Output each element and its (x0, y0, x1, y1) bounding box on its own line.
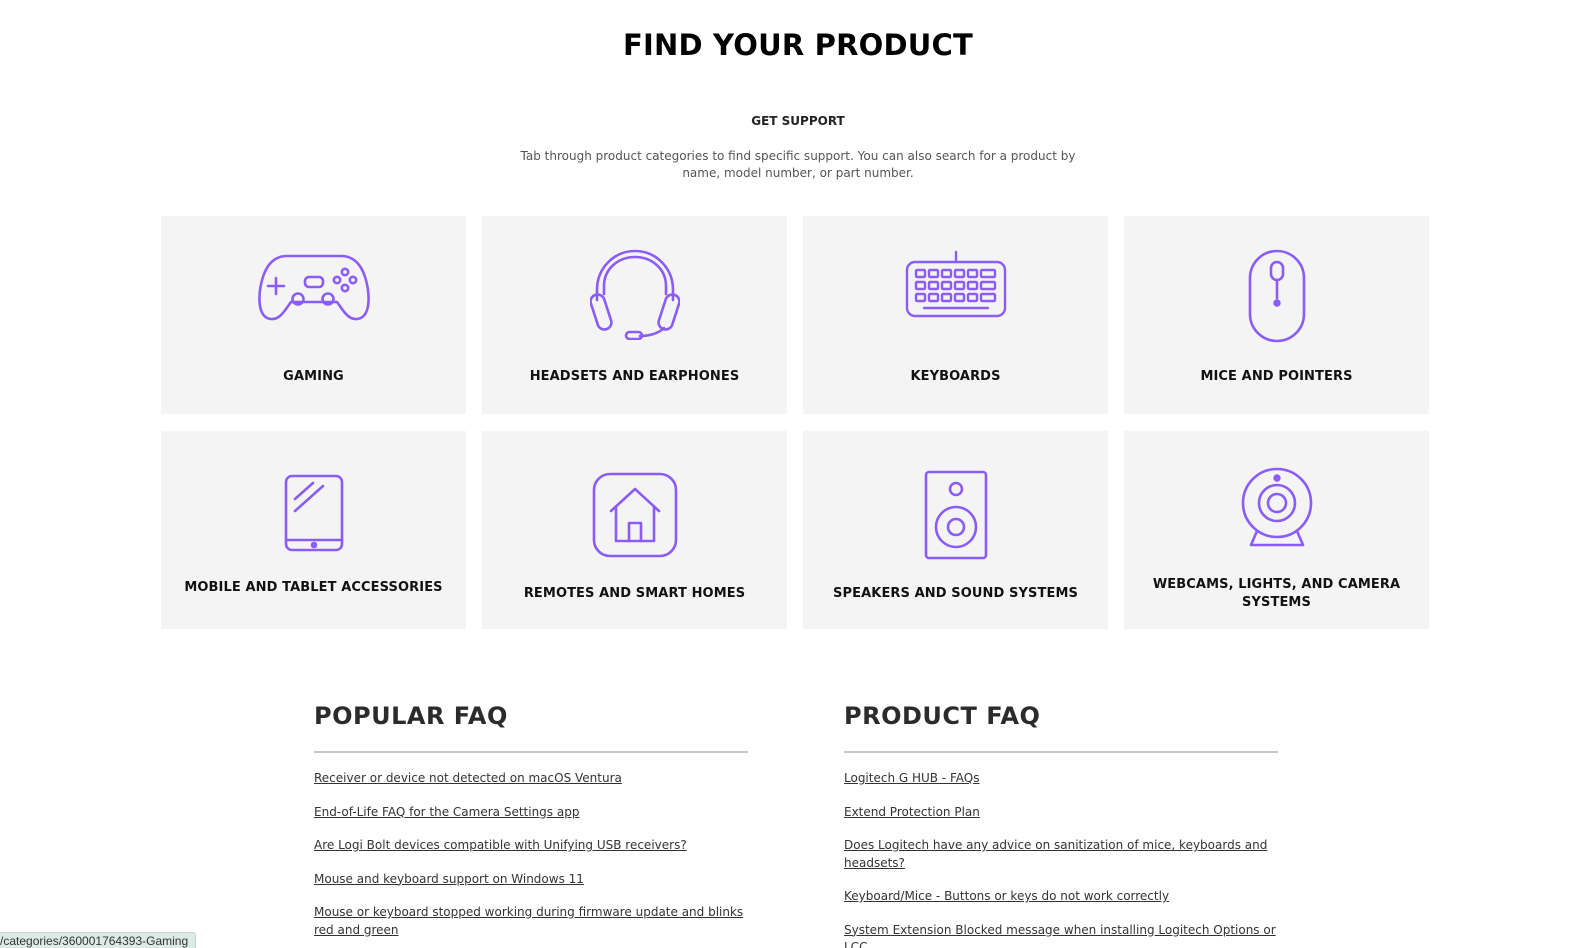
category-card-remotes-smart-home[interactable]: REMOTES AND SMART HOMES (482, 431, 787, 629)
list-item: Extend Protection Plan (844, 804, 1278, 822)
gamepad-icon (161, 248, 466, 324)
popular-faq-list: Receiver or device not detected on macOS… (314, 770, 748, 939)
faq-link[interactable]: Receiver or device not detected on macOS… (314, 771, 622, 785)
list-item: End-of-Life FAQ for the Camera Settings … (314, 804, 748, 822)
mouse-icon (1124, 248, 1429, 344)
list-item: Keyboard/Mice - Buttons or keys do not w… (844, 888, 1278, 906)
keyboard-icon (803, 248, 1108, 320)
category-label: GAMING (283, 369, 344, 384)
list-item: Logitech G HUB - FAQs (844, 770, 1278, 788)
faq-link[interactable]: Logitech G HUB - FAQs (844, 771, 979, 785)
category-label: MOBILE AND TABLET ACCESSORIES (184, 580, 443, 595)
tablet-icon (161, 473, 466, 553)
category-card-mice[interactable]: MICE AND POINTERS (1124, 216, 1429, 414)
category-label: MICE AND POINTERS (1200, 369, 1353, 384)
headset-icon (482, 248, 787, 340)
section-divider (844, 751, 1278, 753)
category-card-webcams[interactable]: WEBCAMS, LIGHTS, AND CAMERA SYSTEMS (1124, 431, 1429, 629)
speaker-icon (803, 469, 1108, 561)
section-divider (314, 751, 748, 753)
product-faq-heading: PRODUCT FAQ (844, 702, 1041, 730)
section-kicker: GET SUPPORT (751, 114, 845, 128)
category-label: SPEAKERS AND SOUND SYSTEMS (833, 586, 1078, 601)
intro-text: Tab through product categories to find s… (520, 149, 1076, 180)
category-card-mobile-tablet[interactable]: MOBILE AND TABLET ACCESSORIES (161, 431, 466, 629)
category-label: REMOTES AND SMART HOMES (523, 586, 746, 601)
category-label: HEADSETS AND EARPHONES (529, 369, 740, 384)
list-item: Does Logitech have any advice on sanitiz… (844, 837, 1278, 872)
faq-link[interactable]: Are Logi Bolt devices compatible with Un… (314, 838, 687, 852)
faq-link[interactable]: Keyboard/Mice - Buttons or keys do not w… (844, 889, 1169, 903)
product-faq-list: Logitech G HUB - FAQs Extend Protection … (844, 770, 1278, 948)
faq-link[interactable]: System Extension Blocked message when in… (844, 923, 1276, 948)
category-card-gaming[interactable]: GAMING (161, 216, 466, 414)
webcam-icon (1124, 465, 1429, 549)
category-label: WEBCAMS, LIGHTS, AND CAMERA SYSTEMS (1152, 577, 1401, 610)
support-page: FIND YOUR PRODUCT GET SUPPORT Tab throug… (0, 0, 1596, 948)
category-card-keyboards[interactable]: KEYBOARDS (803, 216, 1108, 414)
list-item: System Extension Blocked message when in… (844, 922, 1278, 948)
list-item: Are Logi Bolt devices compatible with Un… (314, 837, 748, 855)
faq-link[interactable]: End-of-Life FAQ for the Camera Settings … (314, 805, 579, 819)
popular-faq-section: POPULAR FAQ Receiver or device not detec… (314, 702, 748, 948)
popular-faq-heading: POPULAR FAQ (314, 702, 508, 730)
faq-link[interactable]: Does Logitech have any advice on sanitiz… (844, 838, 1267, 870)
product-faq-section: PRODUCT FAQ Logitech G HUB - FAQs Extend… (844, 702, 1278, 948)
category-grid: GAMING HEADSETS AND EARPHONES KEYBOARDS … (161, 216, 1436, 629)
list-item: Mouse and keyboard support on Windows 11 (314, 871, 748, 889)
page-title: FIND YOUR PRODUCT (623, 28, 973, 62)
faq-link[interactable]: Extend Protection Plan (844, 805, 980, 819)
faq-link[interactable]: Mouse or keyboard stopped working during… (314, 905, 743, 937)
list-item: Receiver or device not detected on macOS… (314, 770, 748, 788)
list-item: Mouse or keyboard stopped working during… (314, 904, 748, 939)
category-card-headsets[interactable]: HEADSETS AND EARPHONES (482, 216, 787, 414)
faq-link[interactable]: Mouse and keyboard support on Windows 11 (314, 872, 584, 886)
home-icon (482, 471, 787, 559)
category-label: KEYBOARDS (910, 369, 1001, 384)
category-card-speakers[interactable]: SPEAKERS AND SOUND SYSTEMS (803, 431, 1108, 629)
link-status-bar: /categories/360001764393-Gaming (0, 932, 197, 948)
